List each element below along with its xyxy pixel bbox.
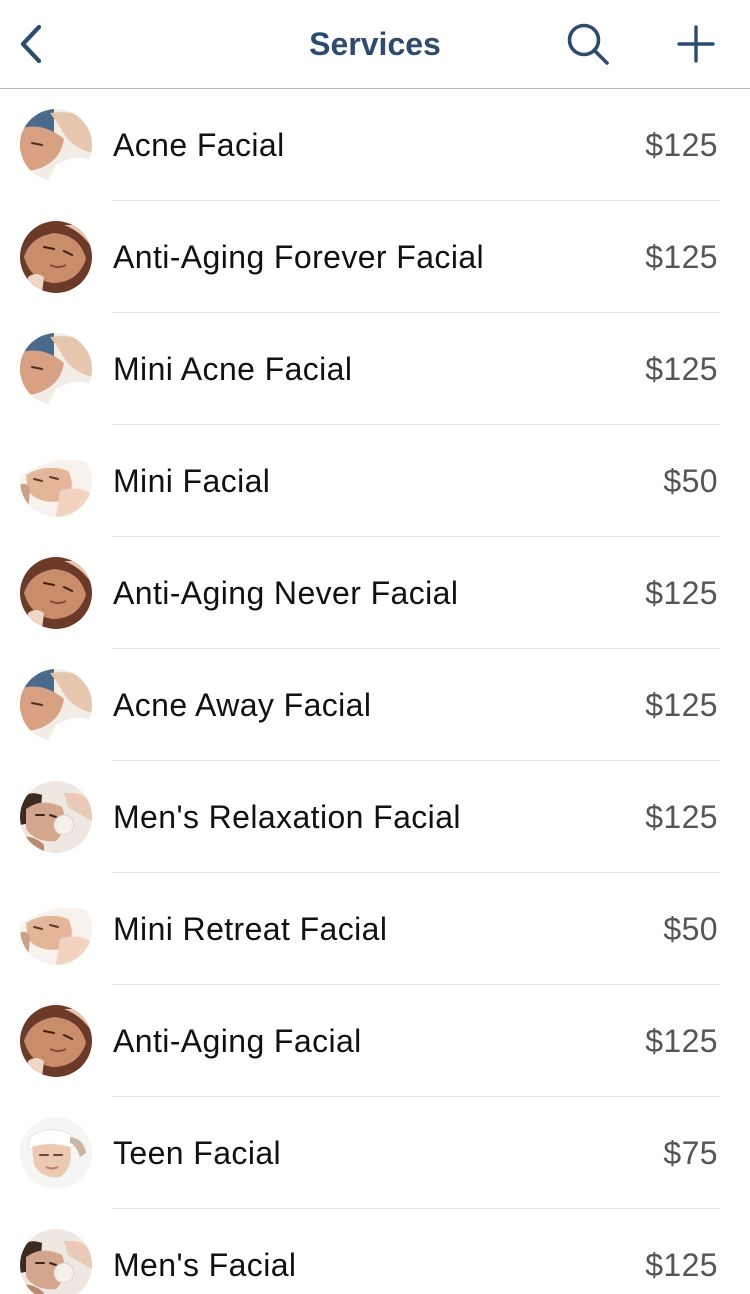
service-thumbnail xyxy=(20,781,92,853)
service-name: Men's Relaxation Facial xyxy=(113,799,461,835)
service-row[interactable]: Mini Retreat Facial $50 xyxy=(0,873,750,985)
service-thumbnail xyxy=(20,109,92,181)
service-row[interactable]: Acne Away Facial $125 xyxy=(0,649,750,761)
service-name: Men's Facial xyxy=(113,1247,297,1283)
service-price: $125 xyxy=(645,575,718,611)
service-row[interactable]: Mini Facial $50 xyxy=(0,425,750,537)
service-price: $125 xyxy=(645,687,718,723)
add-service-button[interactable] xyxy=(664,0,728,88)
service-name: Teen Facial xyxy=(113,1135,282,1171)
service-name: Anti-Aging Facial xyxy=(113,1023,362,1059)
service-name: Anti-Aging Never Facial xyxy=(113,575,459,611)
search-button[interactable] xyxy=(556,0,620,88)
service-price: $125 xyxy=(645,1023,718,1059)
service-price: $125 xyxy=(645,799,718,835)
service-thumbnail xyxy=(20,1005,92,1077)
service-price: $125 xyxy=(645,127,718,163)
back-button[interactable] xyxy=(4,0,60,88)
service-name: Acne Away Facial xyxy=(113,687,372,723)
service-row[interactable]: Anti-Aging Facial $125 xyxy=(0,985,750,1097)
service-name: Anti-Aging Forever Facial xyxy=(113,239,485,275)
service-name: Mini Acne Facial xyxy=(113,351,353,387)
service-row[interactable]: Mini Acne Facial $125 xyxy=(0,313,750,425)
service-thumbnail xyxy=(20,445,92,517)
service-name: Mini Facial xyxy=(113,463,271,499)
chevron-left-icon xyxy=(20,24,42,64)
service-row[interactable]: Teen Facial $75 xyxy=(0,1097,750,1209)
service-row[interactable]: Men's Relaxation Facial $125 xyxy=(0,761,750,873)
search-icon xyxy=(567,23,609,65)
page-title: Services xyxy=(309,26,441,62)
service-price: $125 xyxy=(645,1247,718,1283)
service-row[interactable]: Anti-Aging Never Facial $125 xyxy=(0,537,750,649)
service-price: $125 xyxy=(645,351,718,387)
service-price: $50 xyxy=(663,911,718,947)
service-thumbnail xyxy=(20,1117,92,1189)
service-thumbnail xyxy=(20,221,92,293)
services-screen: Services Acne Facial $125 Anti-Aging Forev… xyxy=(0,0,750,1294)
service-row[interactable]: Men's Facial $125 xyxy=(0,1209,750,1294)
service-row[interactable]: Acne Facial $125 xyxy=(0,89,750,201)
service-name: Acne Facial xyxy=(113,127,285,163)
service-thumbnail xyxy=(20,893,92,965)
service-thumbnail xyxy=(20,1229,92,1294)
services-list: Acne Facial $125 Anti-Aging Forever Facial… xyxy=(0,89,750,1294)
service-price: $125 xyxy=(645,239,718,275)
service-thumbnail xyxy=(20,333,92,405)
service-thumbnail xyxy=(20,557,92,629)
service-thumbnail xyxy=(20,669,92,741)
plus-icon xyxy=(677,25,715,63)
service-price: $75 xyxy=(663,1135,718,1171)
navigation-bar: Services xyxy=(0,0,750,89)
service-price: $50 xyxy=(663,463,718,499)
service-name: Mini Retreat Facial xyxy=(113,911,388,947)
service-row[interactable]: Anti-Aging Forever Facial $125 xyxy=(0,201,750,313)
